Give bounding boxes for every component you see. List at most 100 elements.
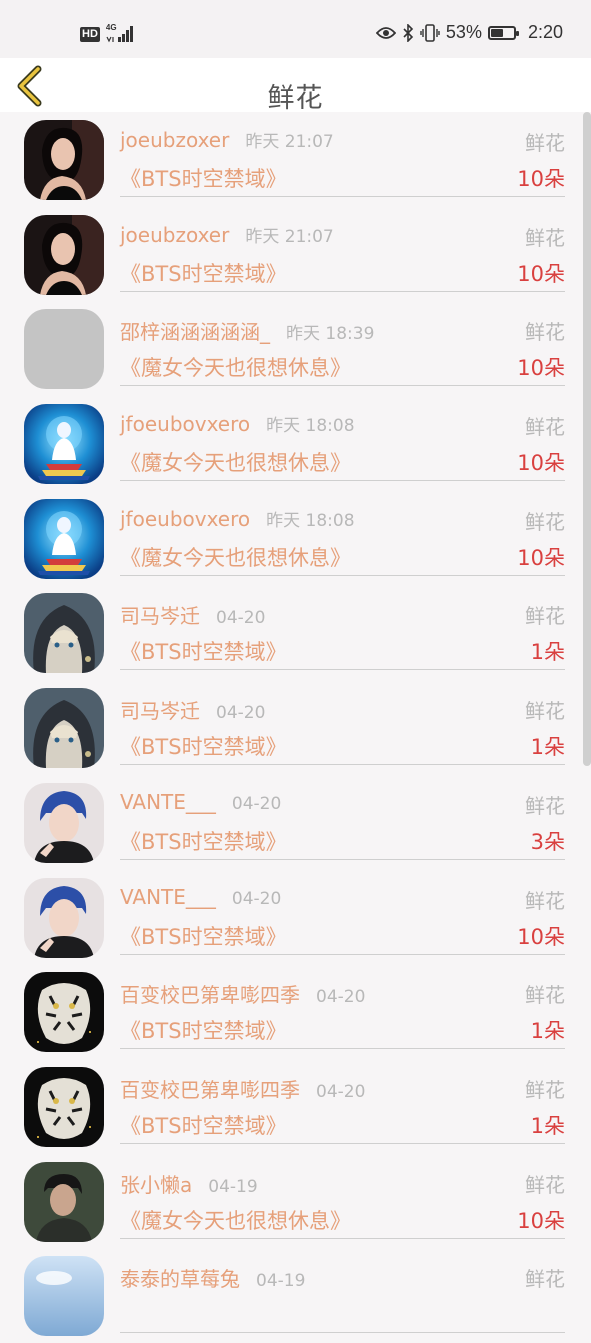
- book-title[interactable]: 《BTS时空禁域》: [120, 826, 287, 856]
- book-title[interactable]: 《魔女今天也很想休息》: [120, 1205, 351, 1235]
- user-name[interactable]: 邵梓涵涵涵涵涵_: [120, 320, 270, 344]
- user-name[interactable]: 张小懒a: [120, 1173, 192, 1197]
- list-item[interactable]: 司马岑迁 04-20 鲜花《BTS时空禁域》 1朵: [0, 680, 591, 775]
- user-name[interactable]: joeubzoxer: [120, 223, 229, 247]
- timestamp: 04-20: [316, 987, 366, 1008]
- avatar[interactable]: [24, 498, 104, 579]
- flower-count: 1朵: [530, 640, 565, 665]
- avatar[interactable]: [24, 214, 104, 295]
- clock: 2:20: [527, 22, 563, 42]
- signal-icon: 4G: [106, 23, 134, 43]
- flower-record-list: joeubzoxer 昨天 21:07 鲜花 《BTS时空禁域》 10朵 joeubzox…: [0, 112, 591, 1343]
- list-item[interactable]: 泰泰的草莓兔 04-19 鲜花: [0, 1248, 591, 1343]
- item-user-line: 百变校巴第卑嘭四季 04-20: [120, 1074, 365, 1103]
- gift-type: 鲜花: [525, 699, 565, 724]
- flower-count: 10朵: [517, 167, 565, 191]
- hd-badge: HD: [80, 26, 100, 42]
- item-user-line: joeubzoxer 昨天 21:07: [120, 127, 334, 152]
- book-title[interactable]: 《BTS时空禁域》: [120, 921, 287, 951]
- timestamp: 昨天 18:08: [266, 510, 355, 531]
- avatar[interactable]: [24, 404, 104, 485]
- flower-count: 10朵: [517, 451, 565, 476]
- list-item[interactable]: jfoeubovxero 昨天 18:08 鲜花 《魔女今天也很想休息》 10朵: [0, 396, 591, 491]
- book-title[interactable]: 《BTS时空禁域》: [120, 258, 287, 288]
- book-title[interactable]: 《魔女今天也很想休息》: [120, 352, 351, 382]
- book-title[interactable]: 《BTS时空禁域》: [120, 731, 287, 761]
- user-name[interactable]: 泰泰的草莓兔: [120, 1267, 240, 1291]
- item-user-line: joeubzoxer 昨天 21:07: [120, 222, 334, 247]
- book-title[interactable]: 《BTS时空禁域》: [120, 1015, 287, 1045]
- item-user-line: VANTE___ 04-20: [120, 790, 281, 814]
- app-header: 鲜花: [0, 58, 591, 114]
- user-name[interactable]: 司马岑迁: [120, 604, 200, 628]
- list-item[interactable]: 张小懒a 04-19 鲜花 《魔女今天也很想休息》 10朵: [0, 1154, 591, 1249]
- divider: [120, 764, 565, 766]
- battery-fill: [490, 28, 503, 37]
- avatar[interactable]: [24, 593, 104, 674]
- eye-icon: [375, 26, 396, 39]
- gift-type: 鲜花: [525, 1267, 565, 1292]
- list-item[interactable]: joeubzoxer 昨天 21:07 鲜花 《BTS时空禁域》 10朵: [0, 207, 591, 302]
- user-name[interactable]: jfoeubovxero: [120, 507, 250, 531]
- book-title[interactable]: 《魔女今天也很想休息》: [120, 447, 351, 477]
- avatar[interactable]: [24, 1066, 104, 1147]
- divider: [120, 480, 565, 482]
- bluetooth-icon: [403, 23, 414, 42]
- list-item[interactable]: VANTE___ 04-20 鲜花 《BTS时空禁域》 10朵: [0, 870, 591, 965]
- battery-percent: 53%: [445, 22, 482, 42]
- gift-type: 鲜花: [525, 320, 565, 345]
- item-user-line: 司马岑迁 04-20: [120, 695, 265, 724]
- avatar[interactable]: [24, 309, 104, 390]
- divider: [120, 669, 565, 671]
- avatar[interactable]: [24, 877, 104, 958]
- book-title[interactable]: 《BTS时空禁域》: [120, 636, 287, 666]
- timestamp: 04-19: [208, 1176, 258, 1197]
- divider: [120, 290, 565, 292]
- user-name[interactable]: 百变校巴第卑嘭四季: [120, 1078, 300, 1102]
- avatar[interactable]: [24, 972, 104, 1053]
- item-user-line: 司马岑迁 04-20: [120, 600, 265, 629]
- user-name[interactable]: joeubzoxer: [120, 128, 229, 152]
- list-item[interactable]: joeubzoxer 昨天 21:07 鲜花 《BTS时空禁域》 10朵: [0, 112, 591, 207]
- divider: [120, 1142, 565, 1144]
- flower-count: 3朵: [530, 829, 565, 854]
- user-name[interactable]: jfoeubovxero: [120, 412, 250, 436]
- list-item[interactable]: 百变校巴第卑嘭四季 04-20 鲜花 《BTS时空禁域》 1朵: [0, 964, 591, 1059]
- scrollbar[interactable]: [583, 112, 591, 766]
- status-right: 53% 2:20: [375, 22, 563, 43]
- vibrate-icon: [420, 23, 440, 42]
- status-left: HD 4G: [80, 23, 134, 43]
- user-name[interactable]: 百变校巴第卑嘭四季: [120, 983, 300, 1007]
- timestamp: 昨天 21:07: [245, 226, 334, 247]
- list-item[interactable]: 邵梓涵涵涵涵涵_ 昨天 18:39 鲜花 《魔女今天也很想休息》 10朵: [0, 301, 591, 396]
- avatar[interactable]: [24, 1161, 104, 1242]
- timestamp: 昨天 21:07: [245, 132, 334, 152]
- gift-type: 鲜花: [525, 888, 565, 913]
- divider: [120, 858, 565, 860]
- timestamp: 04-20: [316, 1081, 366, 1102]
- gift-type: 鲜花: [525, 604, 565, 629]
- list-item[interactable]: jfoeubovxero 昨天 18:08 鲜花 《魔女今天也很想休息》 10朵: [0, 491, 591, 586]
- timestamp: 04-19: [256, 1271, 306, 1292]
- divider: [120, 196, 565, 197]
- list-item[interactable]: 百变校巴第卑嘭四季 04-20 鲜花 《BTS时空禁域》 1朵: [0, 1059, 591, 1154]
- list-item[interactable]: VANTE___ 04-20 鲜花 《BTS时空禁域》 3朵: [0, 775, 591, 870]
- flower-count: 1朵: [530, 735, 565, 760]
- gift-type: 鲜花: [525, 509, 565, 534]
- page-title: 鲜花: [267, 83, 324, 114]
- user-name[interactable]: VANTE___: [120, 885, 216, 909]
- book-title[interactable]: 《BTS时空禁域》: [120, 163, 287, 193]
- user-name[interactable]: 司马岑迁: [120, 699, 200, 723]
- avatar[interactable]: [24, 688, 104, 769]
- flower-count: 10朵: [517, 261, 565, 286]
- gift-type: 鲜花: [525, 983, 565, 1008]
- avatar[interactable]: [24, 120, 104, 200]
- book-title[interactable]: 《BTS时空禁域》: [120, 1110, 287, 1140]
- item-user-line: 张小懒a 04-19: [120, 1169, 258, 1198]
- avatar[interactable]: [24, 1256, 104, 1337]
- divider: [120, 385, 565, 387]
- book-title[interactable]: 《魔女今天也很想休息》: [120, 542, 351, 572]
- avatar[interactable]: [24, 782, 104, 863]
- user-name[interactable]: VANTE___: [120, 790, 216, 814]
- list-item[interactable]: 司马岑迁 04-20 鲜花《BTS时空禁域》 1朵: [0, 585, 591, 680]
